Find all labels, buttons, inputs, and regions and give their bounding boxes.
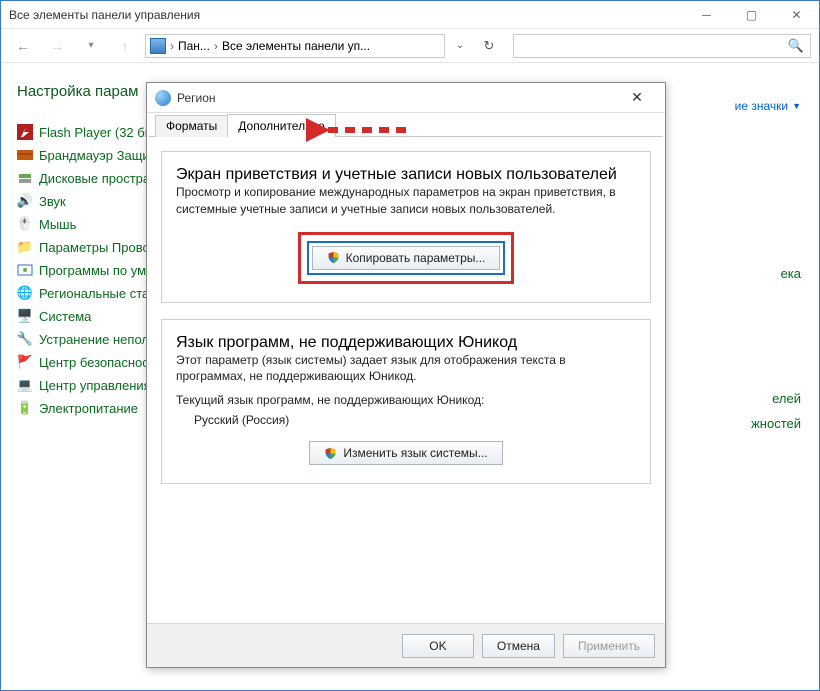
ok-label: OK <box>429 639 446 653</box>
annotation-highlight: Копировать параметры... <box>298 232 515 284</box>
peek-text: ека <box>781 266 801 281</box>
breadcrumb-sep: › <box>170 39 174 53</box>
control-panel-icon <box>150 38 166 54</box>
search-input[interactable]: 🔍 <box>513 34 811 58</box>
cp-item-label: Центр безопасност <box>39 355 155 370</box>
current-lang-value: Русский (Россия) <box>194 413 636 427</box>
cp-item-mouse[interactable]: 🖱️ Мышь <box>17 216 167 232</box>
peek-text: жностей <box>751 416 801 431</box>
cp-item-label: Программы по ум <box>39 263 146 278</box>
cancel-button[interactable]: Отмена <box>482 634 555 658</box>
troubleshoot-icon: 🔧 <box>17 331 33 347</box>
breadcrumb-dropdown[interactable]: ⌄ <box>451 34 469 58</box>
cp-item-network[interactable]: 💻 Центр управления <box>17 377 167 393</box>
region-icon: 🌐 <box>17 285 33 301</box>
peek-text: елей <box>772 391 801 406</box>
cp-item-label: Устранение непол <box>39 332 149 347</box>
cp-item-defaults[interactable]: Программы по ум <box>17 262 167 278</box>
dialog-close-button[interactable]: ✕ <box>617 84 657 112</box>
region-dialog: Регион ✕ Форматы Дополнительно Экран при… <box>146 82 666 668</box>
network-icon: 💻 <box>17 377 33 393</box>
cp-item-label: Система <box>39 309 91 324</box>
dialog-footer: OK Отмена Применить <box>147 623 665 667</box>
titlebar: Все элементы панели управления ─ ▢ ✕ <box>1 1 819 29</box>
dialog-tabs: Форматы Дополнительно <box>147 113 665 137</box>
storage-icon <box>17 170 33 186</box>
cp-item-label: Дисковые простра <box>39 171 150 186</box>
group-legend: Язык программ, не поддерживающих Юникод <box>176 334 517 351</box>
change-locale-label: Изменить язык системы... <box>343 446 487 460</box>
flash-icon <box>17 124 33 140</box>
globe-icon <box>155 90 171 106</box>
cp-item-sound[interactable]: 🔊 Звук <box>17 193 167 209</box>
annotation-highlight-inner: Копировать параметры... <box>307 241 506 275</box>
shield-icon <box>327 251 340 264</box>
forward-button[interactable]: → <box>43 34 71 58</box>
flag-icon: 🚩 <box>17 354 33 370</box>
group-desc: Просмотр и копирование международных пар… <box>176 184 636 218</box>
cp-item-troubleshoot[interactable]: 🔧 Устранение непол <box>17 331 167 347</box>
cp-item-region[interactable]: 🌐 Региональные ста <box>17 285 167 301</box>
current-lang-label: Текущий язык программ, не поддерживающих… <box>176 393 636 407</box>
apply-label: Применить <box>578 639 640 653</box>
close-button[interactable]: ✕ <box>774 1 819 29</box>
dialog-body: Экран приветствия и учетные записи новых… <box>147 137 665 623</box>
cp-item-label: Центр управления <box>39 378 151 393</box>
apply-button[interactable]: Применить <box>563 634 655 658</box>
cp-item-power[interactable]: 🔋 Электропитание <box>17 400 167 416</box>
search-icon: 🔍 <box>788 38 804 54</box>
dialog-title: Регион <box>177 91 216 105</box>
cp-item-flash[interactable]: Flash Player (32 бит <box>17 124 167 140</box>
cp-item-security[interactable]: 🚩 Центр безопасност <box>17 354 167 370</box>
cp-item-label: Звук <box>39 194 66 209</box>
window-buttons: ─ ▢ ✕ <box>684 1 819 29</box>
defaults-icon <box>17 262 33 278</box>
tab-formats[interactable]: Форматы <box>155 115 228 137</box>
group-desc: Этот параметр (язык системы) задает язык… <box>176 352 636 386</box>
breadcrumb-item-1[interactable]: Пан... <box>178 39 210 53</box>
cp-item-label: Региональные ста <box>39 286 149 301</box>
sound-icon: 🔊 <box>17 193 33 209</box>
view-mode[interactable]: ие значки ▼ <box>735 99 801 113</box>
refresh-button[interactable]: ↻ <box>475 34 503 58</box>
welcome-screen-group: Экран приветствия и учетные записи новых… <box>161 151 651 303</box>
folder-icon: 📁 <box>17 239 33 255</box>
back-button[interactable]: ← <box>9 34 37 58</box>
firewall-icon <box>17 147 33 163</box>
cancel-label: Отмена <box>497 639 540 653</box>
cp-item-label: Электропитание <box>39 401 138 416</box>
cp-item-label: Брандмауэр Защи <box>39 148 150 163</box>
up-button[interactable]: ↑ <box>111 34 139 58</box>
control-panel-title: Все элементы панели управления <box>9 8 200 22</box>
copy-settings-button[interactable]: Копировать параметры... <box>312 246 501 270</box>
system-icon: 🖥️ <box>17 308 33 324</box>
cp-item-label: Мышь <box>39 217 76 232</box>
copy-settings-label: Копировать параметры... <box>346 251 486 265</box>
cp-item-system[interactable]: 🖥️ Система <box>17 308 167 324</box>
minimize-button[interactable]: ─ <box>684 1 729 29</box>
change-locale-button[interactable]: Изменить язык системы... <box>309 441 502 465</box>
non-unicode-group: Язык программ, не поддерживающих Юникод … <box>161 319 651 485</box>
power-icon: 🔋 <box>17 400 33 416</box>
tab-advanced[interactable]: Дополнительно <box>227 114 335 137</box>
breadcrumb-item-2[interactable]: Все элементы панели уп... <box>222 39 370 53</box>
cp-item-firewall[interactable]: Брандмауэр Защи <box>17 147 167 163</box>
breadcrumb[interactable]: › Пан... › Все элементы панели уп... <box>145 34 445 58</box>
cp-item-label: Flash Player (32 бит <box>39 125 158 140</box>
cp-item-storage[interactable]: Дисковые простра <box>17 170 167 186</box>
group-legend: Экран приветствия и учетные записи новых… <box>176 166 617 183</box>
breadcrumb-sep: › <box>214 39 218 53</box>
ok-button[interactable]: OK <box>402 634 474 658</box>
view-mode-label: ие значки <box>735 99 788 113</box>
shield-icon <box>324 447 337 460</box>
cp-item-label: Параметры Прово <box>39 240 150 255</box>
chevron-down-icon: ▼ <box>792 101 801 111</box>
mouse-icon: 🖱️ <box>17 216 33 232</box>
address-bar-row: ← → ▾ ↑ › Пан... › Все элементы панели у… <box>1 29 819 63</box>
cp-item-explorer[interactable]: 📁 Параметры Прово <box>17 239 167 255</box>
dialog-titlebar: Регион ✕ <box>147 83 665 113</box>
recent-button[interactable]: ▾ <box>77 34 105 58</box>
maximize-button[interactable]: ▢ <box>729 1 774 29</box>
